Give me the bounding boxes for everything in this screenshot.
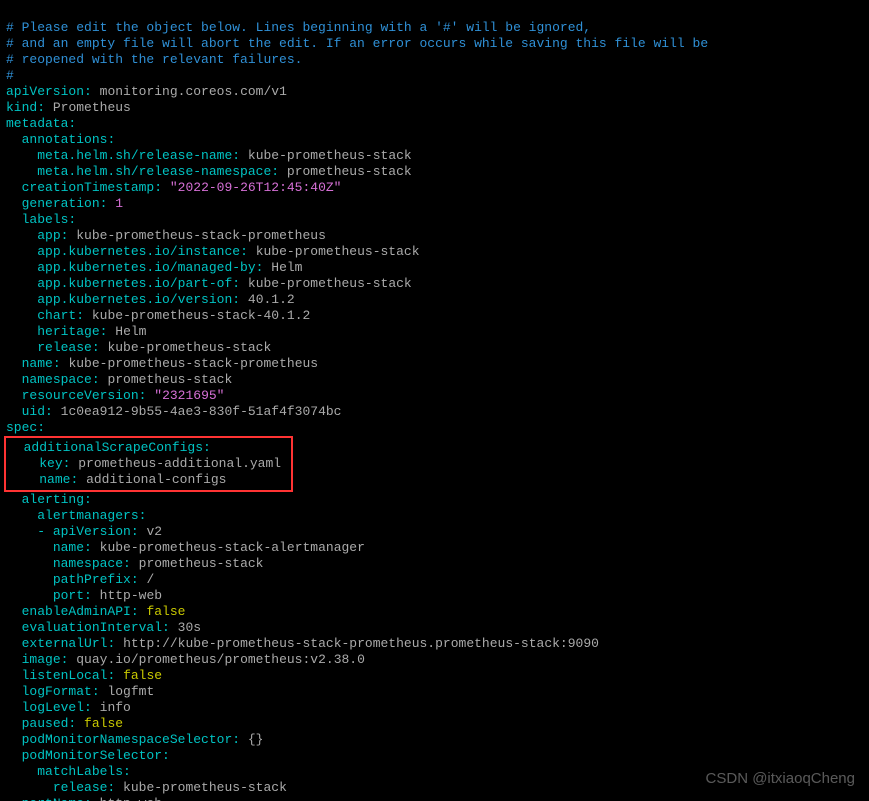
yaml-line: matchLabels: [6, 764, 131, 779]
yaml-line: additionalScrapeConfigs: [8, 440, 211, 455]
yaml-line: podMonitorSelector: [6, 748, 170, 763]
yaml-line: meta.helm.sh/release-namespace: promethe… [6, 164, 412, 179]
comment-line: # Please edit the object below. Lines be… [6, 20, 591, 35]
yaml-line: portName: http-web [6, 796, 162, 801]
yaml-line: name: kube-prometheus-stack-prometheus [6, 356, 318, 371]
comment-line: # [6, 68, 14, 83]
yaml-line: namespace: prometheus-stack [6, 556, 263, 571]
yaml-line: app.kubernetes.io/managed-by: Helm [6, 260, 303, 275]
yaml-line: logLevel: info [6, 700, 131, 715]
yaml-line: image: quay.io/prometheus/prometheus:v2.… [6, 652, 365, 667]
yaml-line: listenLocal: false [6, 668, 162, 683]
yaml-line: labels: [6, 212, 76, 227]
yaml-line: release: kube-prometheus-stack [6, 780, 287, 795]
yaml-line: pathPrefix: / [6, 572, 154, 587]
comment-line: # reopened with the relevant failures. [6, 52, 302, 67]
yaml-line: release: kube-prometheus-stack [6, 340, 271, 355]
yaml-line: generation: 1 [6, 196, 123, 211]
yaml-line: annotations: [6, 132, 115, 147]
yaml-line: kind: Prometheus [6, 100, 131, 115]
yaml-line: key: prometheus-additional.yaml [8, 456, 281, 471]
terminal-editor[interactable]: # Please edit the object below. Lines be… [0, 0, 869, 801]
yaml-line: uid: 1c0ea912-9b55-4ae3-830f-51af4f3074b… [6, 404, 342, 419]
yaml-line: namespace: prometheus-stack [6, 372, 232, 387]
yaml-line: enableAdminAPI: false [6, 604, 185, 619]
yaml-line: resourceVersion: "2321695" [6, 388, 224, 403]
yaml-line: name: additional-configs [8, 472, 227, 487]
yaml-line: apiVersion: monitoring.coreos.com/v1 [6, 84, 287, 99]
yaml-line: app.kubernetes.io/part-of: kube-promethe… [6, 276, 412, 291]
yaml-line: app.kubernetes.io/version: 40.1.2 [6, 292, 295, 307]
yaml-line: externalUrl: http://kube-prometheus-stac… [6, 636, 599, 651]
yaml-line: alerting: [6, 492, 92, 507]
yaml-line: alertmanagers: [6, 508, 146, 523]
yaml-line: logFormat: logfmt [6, 684, 154, 699]
yaml-line: port: http-web [6, 588, 162, 603]
yaml-line: evaluationInterval: 30s [6, 620, 201, 635]
yaml-line: app: kube-prometheus-stack-prometheus [6, 228, 326, 243]
watermark: CSDN @itxiaoqCheng [706, 771, 855, 787]
yaml-line: chart: kube-prometheus-stack-40.1.2 [6, 308, 310, 323]
yaml-line: app.kubernetes.io/instance: kube-prometh… [6, 244, 420, 259]
yaml-line: name: kube-prometheus-stack-alertmanager [6, 540, 365, 555]
yaml-line: creationTimestamp: "2022-09-26T12:45:40Z… [6, 180, 342, 195]
yaml-line: - apiVersion: v2 [6, 524, 162, 539]
yaml-line: heritage: Helm [6, 324, 146, 339]
yaml-line: spec: [6, 420, 45, 435]
yaml-line: metadata: [6, 116, 76, 131]
yaml-line: podMonitorNamespaceSelector: {} [6, 732, 263, 747]
yaml-line: meta.helm.sh/release-name: kube-promethe… [6, 148, 412, 163]
yaml-line: paused: false [6, 716, 123, 731]
highlighted-block: additionalScrapeConfigs: key: prometheus… [4, 436, 293, 492]
comment-line: # and an empty file will abort the edit.… [6, 36, 708, 51]
